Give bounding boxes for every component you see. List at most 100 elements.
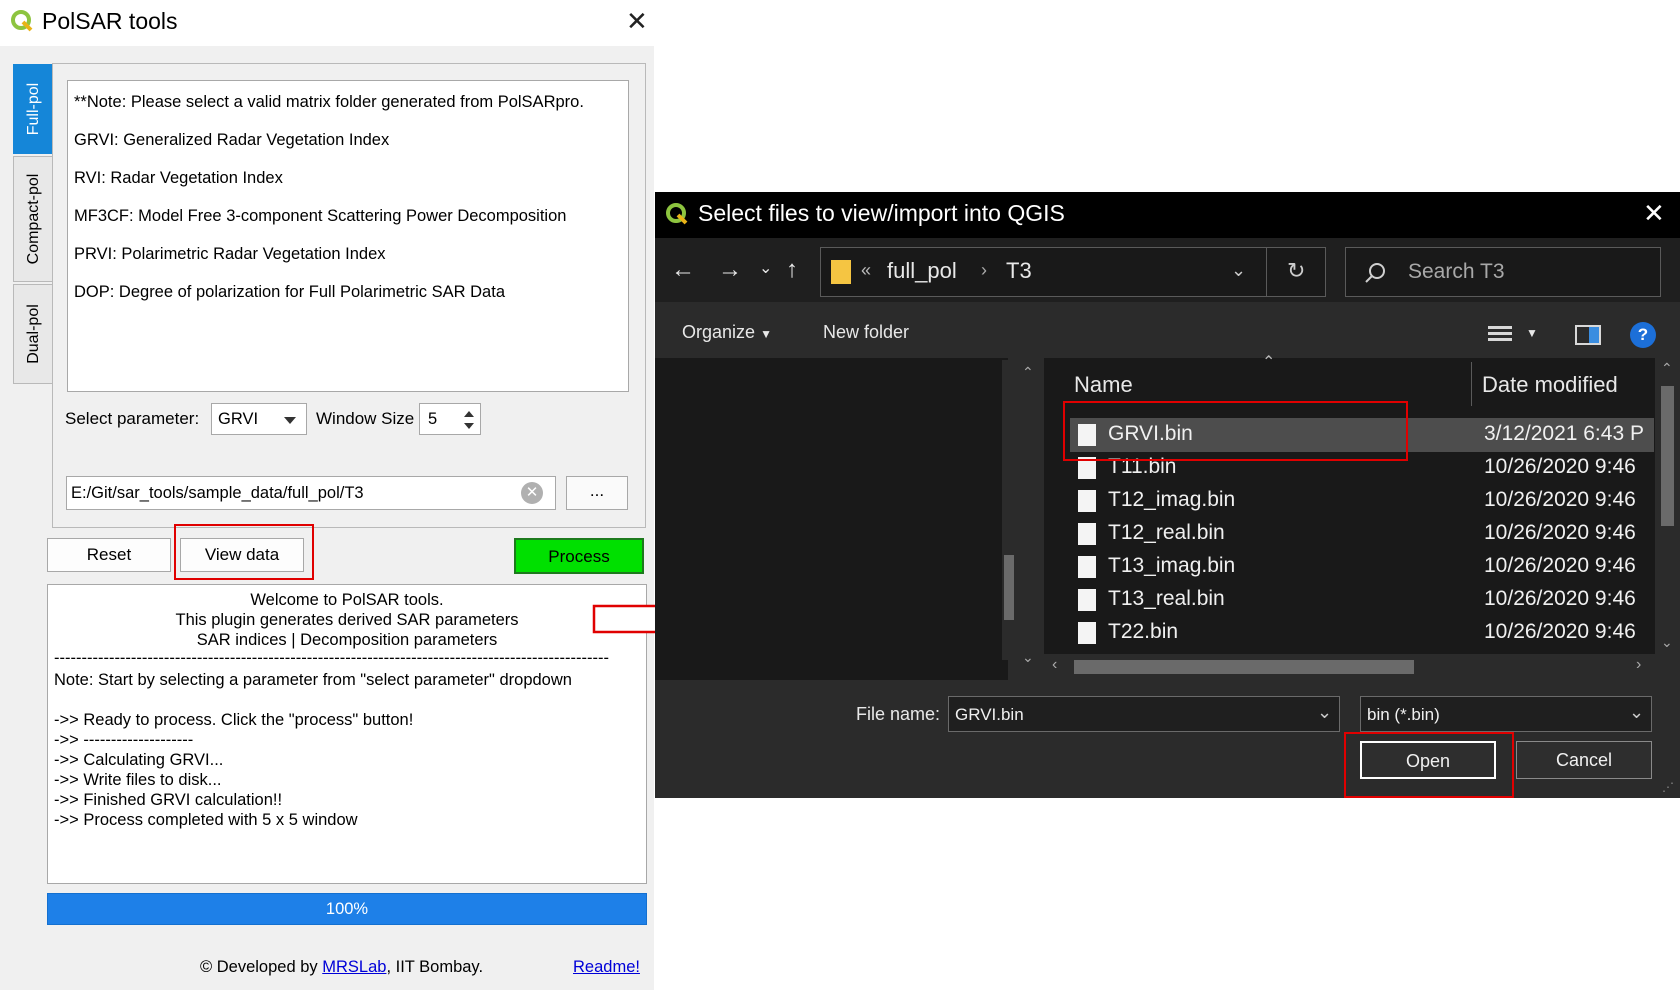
- tab-compact-pol[interactable]: Compact-pol: [13, 156, 53, 282]
- up-arrow-icon[interactable]: ↑: [786, 256, 798, 284]
- file-date: 10/26/2020 9:46: [1484, 554, 1636, 577]
- scroll-thumb[interactable]: [1074, 660, 1414, 674]
- forward-arrow-icon[interactable]: →: [718, 256, 742, 284]
- file-icon: [1078, 523, 1096, 545]
- tab-dual-pol[interactable]: Dual-pol: [13, 284, 53, 384]
- file-name: T12_imag.bin: [1108, 488, 1236, 511]
- footer-suffix: , IIT Bombay.: [386, 958, 484, 976]
- scroll-left-icon[interactable]: ‹: [1052, 656, 1057, 674]
- log-line: Note: Start by selecting a parameter fro…: [54, 671, 572, 689]
- sort-ascending-icon: ⌃: [1262, 354, 1276, 371]
- spin-down-icon[interactable]: [464, 423, 474, 429]
- column-name[interactable]: Name: [1074, 372, 1133, 398]
- scroll-thumb[interactable]: [1661, 386, 1674, 526]
- select-parameter-label: Select parameter:: [65, 409, 200, 428]
- note-line: MF3CF: Model Free 3-component Scattering…: [74, 207, 567, 225]
- new-folder-button[interactable]: New folder: [823, 322, 909, 343]
- view-data-highlight: [174, 524, 314, 580]
- window-size-label: Window Size: [316, 409, 415, 428]
- chevron-down-icon[interactable]: ⌄: [1317, 702, 1332, 723]
- nav-scroll-track[interactable]: ⌃ ⌄: [1017, 364, 1041, 666]
- window-size-value: 5: [428, 410, 438, 428]
- log-line: ->> Calculating GRVI...: [54, 751, 224, 769]
- search-input[interactable]: Search T3: [1345, 247, 1661, 297]
- search-placeholder: Search T3: [1408, 260, 1505, 283]
- chevron-down-icon[interactable]: ⌄: [1231, 260, 1246, 281]
- file-row[interactable]: T12_real.bin 10/26/2020 9:46: [1074, 518, 1654, 550]
- chevron-down-icon: [284, 417, 296, 424]
- file-name: T13_imag.bin: [1108, 554, 1236, 577]
- file-row[interactable]: T13_real.bin 10/26/2020 9:46: [1074, 584, 1654, 616]
- dialog-title: Select files to view/import into QGIS: [698, 200, 1065, 226]
- breadcrumb-t3[interactable]: T3: [1006, 258, 1032, 284]
- file-date: 10/26/2020 9:46: [1484, 521, 1636, 544]
- file-type-value: bin (*.bin): [1367, 705, 1440, 724]
- close-icon[interactable]: ✕: [1643, 198, 1665, 229]
- file-icon: [1078, 589, 1096, 611]
- footer-credit: © Developed by MRSLab, IIT Bombay.: [200, 958, 483, 977]
- file-icon: [1078, 490, 1096, 512]
- scroll-up-icon[interactable]: ⌃: [1022, 364, 1034, 381]
- file-name-value: GRVI.bin: [955, 705, 1024, 724]
- address-bar[interactable]: « full_pol › T3 ⌄ ↻: [820, 247, 1326, 297]
- file-row[interactable]: T22.bin 10/26/2020 9:46: [1074, 617, 1654, 649]
- resize-grip-icon[interactable]: ⋰: [1662, 780, 1674, 794]
- nav-scrollbar[interactable]: [1002, 360, 1016, 660]
- file-icon: [1078, 556, 1096, 578]
- caret-down-icon[interactable]: ▼: [1526, 326, 1538, 340]
- log-line: ->> Finished GRVI calculation!!: [54, 791, 283, 809]
- column-date-modified[interactable]: Date modified: [1482, 372, 1618, 398]
- scroll-up-icon[interactable]: ⌃: [1661, 360, 1673, 377]
- tab-full-pol[interactable]: Full-pol: [13, 64, 53, 154]
- file-type-dropdown[interactable]: bin (*.bin) ⌄: [1360, 696, 1652, 732]
- browse-button[interactable]: ...: [566, 476, 628, 510]
- breadcrumb-separator-icon: ›: [981, 260, 987, 280]
- help-icon[interactable]: ?: [1630, 322, 1656, 348]
- breadcrumb-full-pol[interactable]: full_pol: [887, 258, 957, 284]
- back-arrow-icon[interactable]: ←: [671, 256, 695, 284]
- log-header-line: This plugin generates derived SAR parame…: [175, 611, 519, 629]
- breadcrumb-overflow[interactable]: «: [861, 260, 871, 281]
- scroll-down-icon[interactable]: ⌄: [1661, 634, 1673, 651]
- parameter-dropdown[interactable]: GRVI: [211, 403, 307, 435]
- log-line: ->> Process completed with 5 x 5 window: [54, 811, 358, 829]
- log-output-box: Welcome to PolSAR tools. This plugin gen…: [47, 584, 647, 884]
- qgis-logo-icon: [666, 203, 688, 225]
- clear-icon[interactable]: ✕: [521, 482, 543, 504]
- folder-icon: [831, 260, 851, 284]
- tab-label: Compact-pol: [24, 173, 42, 265]
- cancel-button[interactable]: Cancel: [1516, 741, 1652, 779]
- scroll-down-icon[interactable]: ⌄: [1022, 649, 1034, 666]
- file-date: 10/26/2020 9:46: [1484, 587, 1636, 610]
- chevron-down-icon[interactable]: ⌄: [1629, 702, 1644, 723]
- close-icon[interactable]: ✕: [626, 6, 648, 36]
- folder-path-input[interactable]: E:/Git/sar_tools/sample_data/full_pol/T3: [66, 476, 556, 510]
- file-name-input[interactable]: GRVI.bin ⌄: [948, 696, 1340, 732]
- file-scrollbar-horizontal[interactable]: ‹ ›: [1044, 654, 1655, 680]
- file-row[interactable]: T13_imag.bin 10/26/2020 9:46: [1074, 551, 1654, 583]
- refresh-icon[interactable]: ↻: [1287, 258, 1305, 284]
- log-line: ->> Ready to process. Click the "process…: [54, 711, 414, 729]
- scroll-right-icon[interactable]: ›: [1636, 656, 1641, 674]
- open-button-highlight: [1344, 732, 1514, 798]
- divider: [1266, 248, 1267, 296]
- file-scrollbar-vertical[interactable]: ⌃ ⌄: [1655, 358, 1680, 658]
- window-size-spinbox[interactable]: 5: [419, 403, 481, 435]
- mrslab-link[interactable]: MRSLab: [322, 958, 386, 976]
- file-name: T22.bin: [1108, 620, 1179, 643]
- preview-pane-icon[interactable]: [1575, 325, 1601, 345]
- recent-locations-icon[interactable]: ⌄: [759, 258, 772, 278]
- organize-menu[interactable]: Organize ▼: [682, 322, 772, 343]
- view-options-icon[interactable]: [1488, 325, 1512, 343]
- navigation-pane[interactable]: [655, 358, 1008, 680]
- readme-link[interactable]: Readme!: [573, 958, 640, 977]
- column-divider: [1471, 362, 1472, 406]
- file-row[interactable]: T12_imag.bin 10/26/2020 9:46: [1074, 485, 1654, 517]
- spin-up-icon[interactable]: [464, 411, 474, 417]
- file-date: 10/26/2020 9:46: [1484, 455, 1636, 478]
- process-button[interactable]: Process: [514, 538, 644, 574]
- reset-button[interactable]: Reset: [47, 538, 171, 572]
- file-date: 10/26/2020 9:46: [1484, 488, 1636, 511]
- file-date: 3/12/2021 6:43 P: [1484, 422, 1644, 445]
- file-icon: [1078, 622, 1096, 644]
